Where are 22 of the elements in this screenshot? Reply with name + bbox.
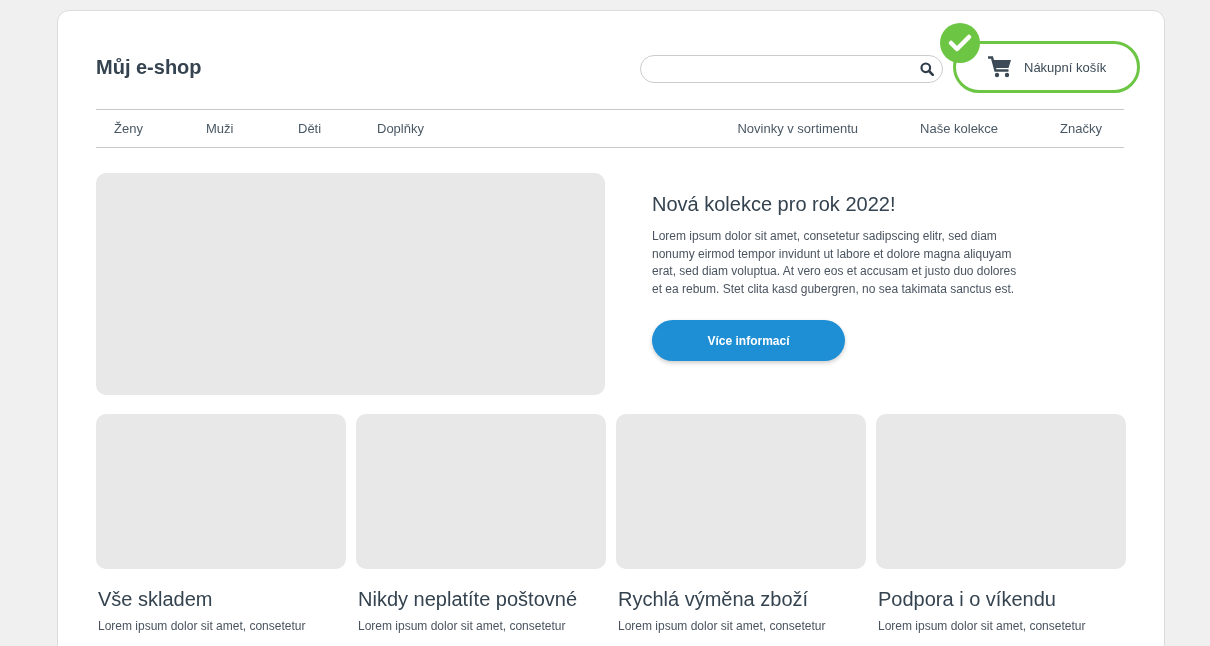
feature-text: Lorem ipsum dolor sit amet, consetetur [358,619,567,633]
nav-link[interactable]: Muži [206,121,298,136]
cart-button[interactable]: Nákupní košík [953,41,1140,93]
feature-text: Lorem ipsum dolor sit amet, consetetur [618,619,827,633]
more-info-button[interactable]: Více informací [652,320,845,361]
feature-text: Lorem ipsum dolor sit amet, consetetur [98,619,307,633]
shop-logo: Můj e-shop [96,55,202,79]
hero-text: Lorem ipsum dolor sit amet, consetetur sadipscing elitr, sed diam nonumy eirmod tempor invidunt ut labore et dolore magna aliquyam erat, sed diam voluptua. At vero eos et accusam et justo duo dolores et ea rebum. Stet clita kasd gubergren, no sea takimata sanctus est. [652,228,1018,298]
feature-title: Rychlá výměna zboží [618,588,810,611]
cart-icon [988,56,1012,78]
nav-link[interactable]: Děti [298,121,377,136]
feature-text: Lorem ipsum dolor sit amet, consetetur [878,619,1087,633]
nav-link[interactable]: Novinky v sortimentu [737,121,859,136]
nav-link[interactable]: Naše kolekce [920,121,999,136]
nav-link[interactable]: Doplňky [377,121,469,136]
feature-title: Vše skladem [98,588,214,611]
feature-title: Nikdy neplatíte poštovné [358,588,579,611]
nav-link[interactable]: Značky [1060,121,1102,136]
search-icon [920,62,934,76]
feature-title: Podpora i o víkendu [878,588,1057,611]
nav-link[interactable]: Ženy [114,121,206,136]
hero-title: Nová kolekce pro rok 2022! [652,193,897,216]
